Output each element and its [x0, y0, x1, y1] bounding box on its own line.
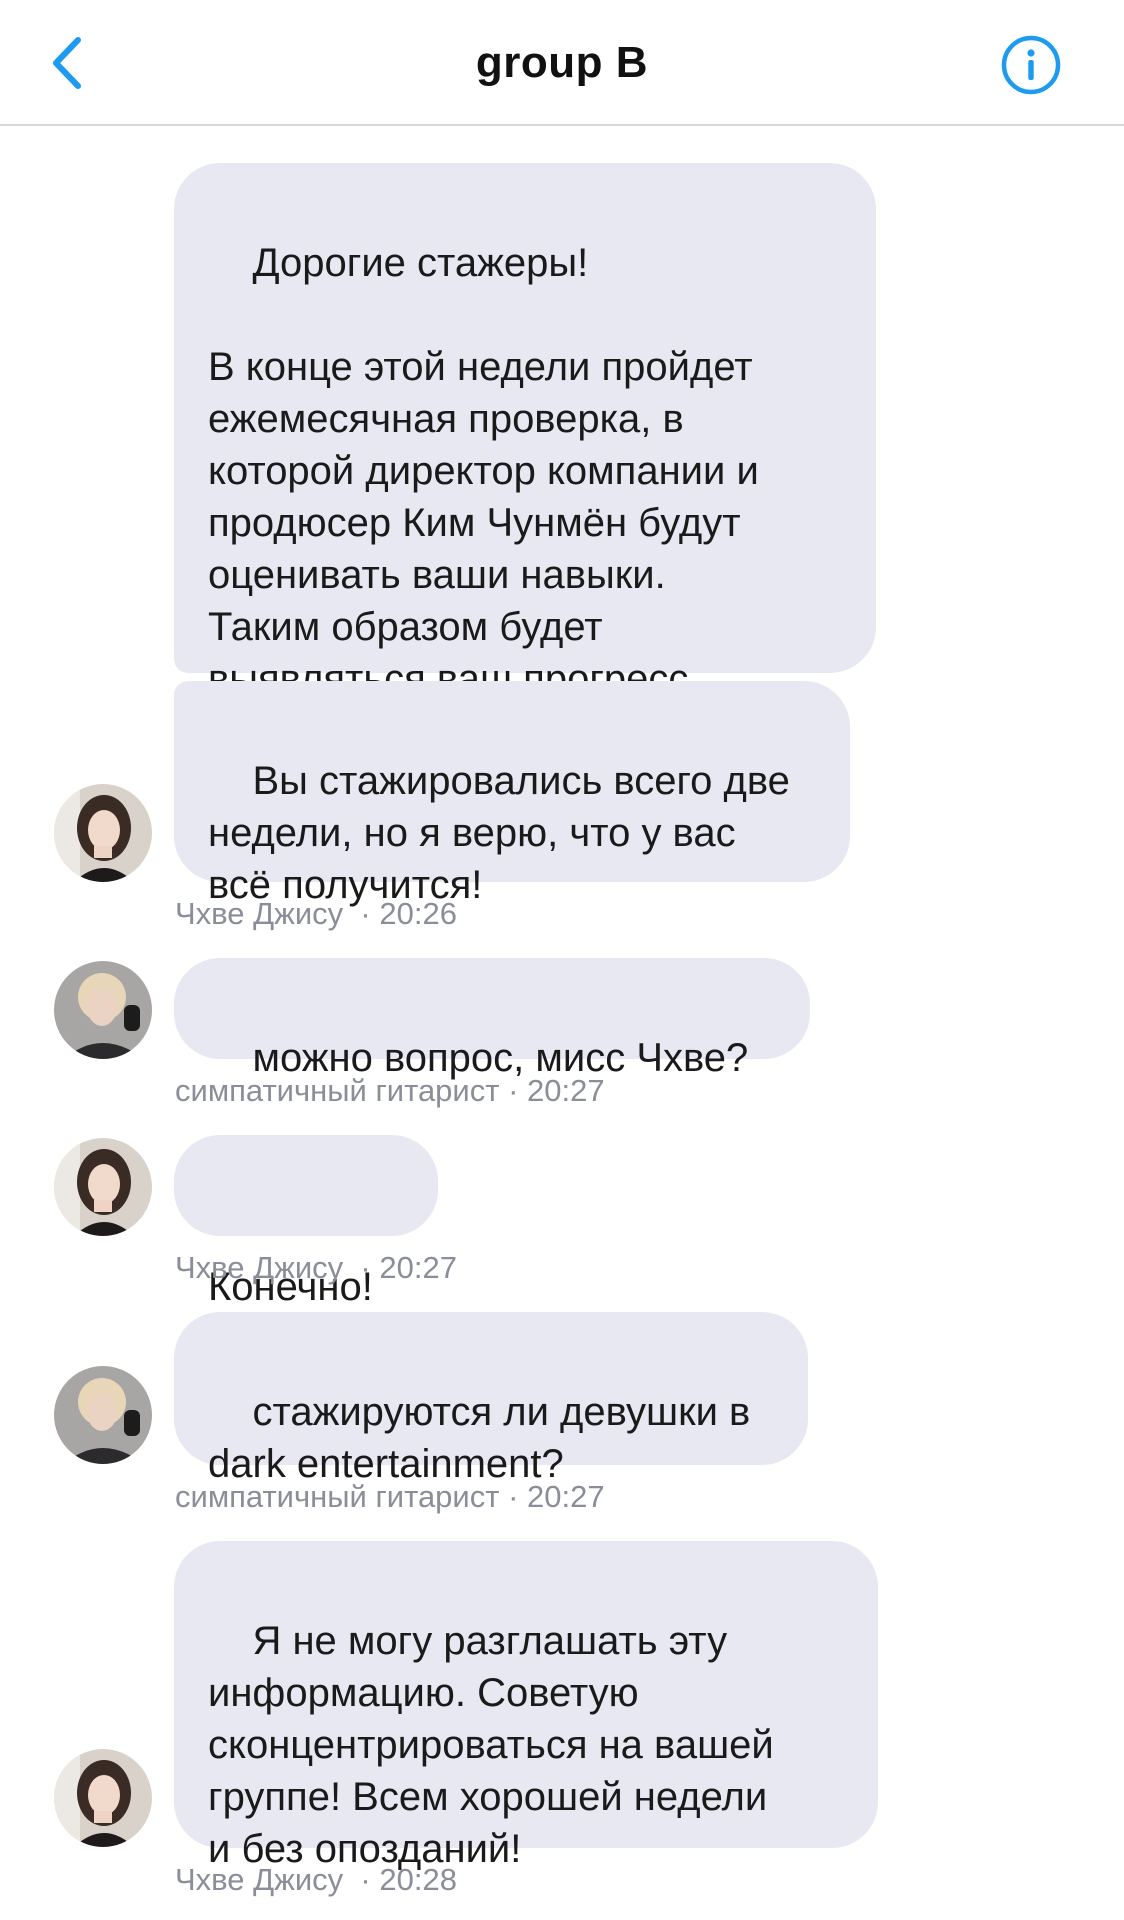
avatar[interactable]	[54, 961, 152, 1059]
chat-title: group B	[475, 38, 649, 87]
message-bubble[interactable]: можно вопрос, мисс Чхве?	[174, 958, 810, 1080]
message-text: стажируются ли девушки в dark entertainm…	[208, 1390, 751, 1486]
avatar[interactable]	[54, 1366, 152, 1464]
message-text: Я не могу разглашать эту информацию. Сов…	[208, 1619, 774, 1871]
message-bubble[interactable]: Я не могу разглашать эту информацию. Сов…	[174, 1541, 878, 1871]
message-meta: симпатичный гитарист · 20:27	[175, 1479, 605, 1515]
avatar-guitarist-image	[54, 961, 152, 1059]
message-bubble[interactable]: стажируются ли девушки в dark entertainm…	[174, 1312, 808, 1486]
sender-name[interactable]: симпатичный гитарист	[175, 1073, 499, 1108]
message-time: · 20:27	[508, 1479, 605, 1514]
avatar-guitarist-image	[54, 1366, 152, 1464]
avatar[interactable]	[54, 1138, 152, 1236]
message-bubble[interactable]: Вы стажировались всего две недели, но я …	[174, 681, 850, 907]
message-meta: Чхве Джису · 20:26	[175, 896, 457, 932]
info-icon	[1001, 35, 1061, 95]
message-time: · 20:26	[360, 896, 457, 931]
message-meta: симпатичный гитарист · 20:27	[175, 1073, 605, 1109]
message-text: Дорогие стажеры! В конце этой недели про…	[208, 241, 759, 701]
sender-name[interactable]: симпатичный гитарист	[175, 1479, 499, 1514]
message-meta: Чхве Джису · 20:28	[175, 1862, 457, 1898]
message-time: · 20:27	[360, 1250, 457, 1285]
sender-name[interactable]: Чхве Джису	[175, 896, 343, 931]
chat-screen: group B Дорогие стажеры! В конце этой не…	[0, 0, 1124, 1920]
sender-name[interactable]: Чхве Джису	[175, 1862, 343, 1897]
info-button[interactable]	[1000, 34, 1062, 96]
message-bubble[interactable]: Конечно!	[174, 1135, 438, 1309]
sender-name[interactable]: Чхве Джису	[175, 1250, 343, 1285]
avatar-girl-image	[54, 784, 152, 882]
avatar[interactable]	[54, 1749, 152, 1847]
avatar-girl-image	[54, 1138, 152, 1236]
message-bubble[interactable]: Дорогие стажеры! В конце этой недели про…	[174, 163, 876, 701]
message-meta: Чхве Джису · 20:27	[175, 1250, 457, 1286]
avatar[interactable]	[54, 784, 152, 882]
message-text: Вы стажировались всего две недели, но я …	[208, 759, 790, 907]
message-time: · 20:27	[508, 1073, 605, 1108]
chat-header: group B	[0, 0, 1124, 126]
message-time: · 20:28	[360, 1862, 457, 1897]
avatar-girl-image	[54, 1749, 152, 1847]
